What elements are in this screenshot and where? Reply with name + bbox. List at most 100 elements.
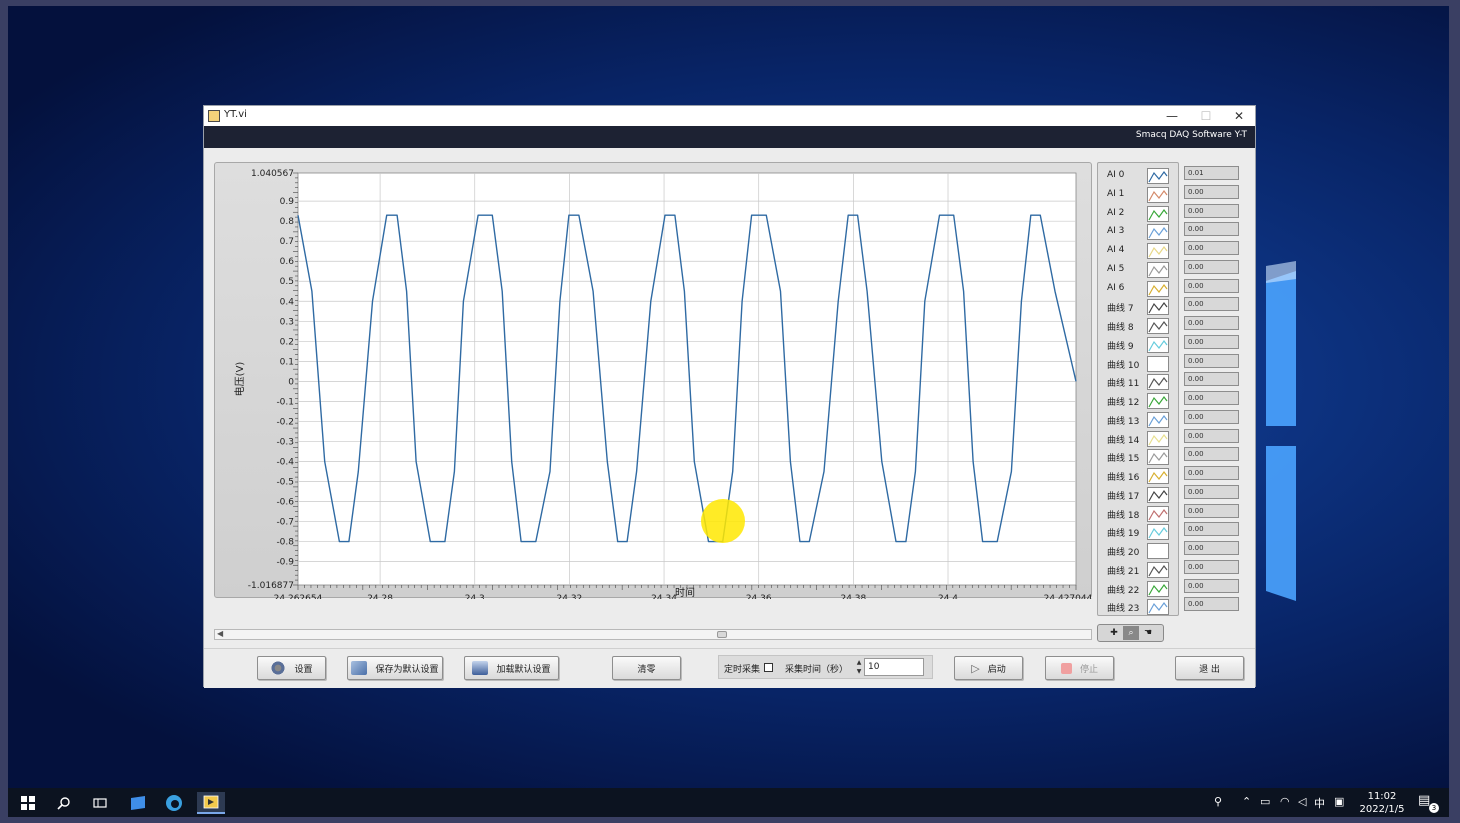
legend-label: 曲线 7 — [1107, 304, 1134, 315]
legend-line-swatch-icon[interactable] — [1147, 449, 1169, 466]
legend-line-swatch-icon[interactable] — [1147, 186, 1169, 203]
legend-line-swatch-icon[interactable] — [1147, 355, 1169, 372]
search-icon[interactable] — [50, 792, 78, 814]
start-button-icon[interactable] — [14, 792, 42, 814]
legend-item[interactable]: 曲线 17 — [1098, 486, 1180, 504]
graph-palette[interactable]: ✚ ⌕ ☚ — [1097, 624, 1164, 642]
legend-line-swatch-icon[interactable] — [1147, 411, 1169, 428]
legend-label: AI 0 — [1107, 170, 1125, 180]
y-tick-label: 0 — [288, 377, 294, 387]
y-tick-label: 0.4 — [280, 297, 295, 307]
stop-button[interactable]: 停止 — [1045, 656, 1114, 680]
system-clock[interactable]: 11:02 2022/1/5 — [1358, 790, 1406, 816]
waveform-chart[interactable]: 24.262654 24.28 24.3 24.32 24.34 24.36 24.38 24… — [214, 162, 1093, 599]
legend-line-swatch-icon[interactable] — [1147, 168, 1169, 184]
wifi-icon[interactable]: ◠ — [1280, 795, 1290, 808]
legend-item[interactable]: 曲线 10 — [1098, 355, 1180, 373]
legend-item[interactable]: AI 1 — [1098, 186, 1180, 204]
legend-item[interactable]: 曲线 19 — [1098, 523, 1180, 541]
legend-line-swatch-icon[interactable] — [1147, 505, 1169, 522]
title-bar[interactable]: YT.vi — ☐ ✕ — [204, 106, 1255, 126]
legend-item[interactable]: 曲线 22 — [1098, 580, 1180, 598]
legend-line-swatch-icon[interactable] — [1147, 430, 1169, 447]
plot-legend[interactable]: AI 0 AI 1 AI 2 AI 3 AI 4 AI 5 AI 6 曲线 7 曲线 8 曲线 9… — [1097, 162, 1179, 616]
legend-item[interactable]: 曲线 23 — [1098, 598, 1180, 616]
legend-line-swatch-icon[interactable] — [1147, 336, 1169, 353]
legend-item[interactable]: 曲线 9 — [1098, 336, 1180, 354]
legend-item[interactable]: 曲线 7 — [1098, 298, 1180, 316]
legend-item[interactable]: AI 3 — [1098, 223, 1180, 241]
x-tick-label: 24.4 — [938, 594, 958, 599]
legend-item[interactable]: 曲线 11 — [1098, 373, 1180, 391]
legend-label: 曲线 18 — [1107, 510, 1140, 521]
legend-item[interactable]: 曲线 20 — [1098, 542, 1180, 560]
cursor-tool-icon[interactable]: ⌕ — [1123, 626, 1139, 640]
legend-line-swatch-icon[interactable] — [1147, 374, 1169, 391]
ime-indicator[interactable]: 中 — [1314, 795, 1325, 811]
channel-value-indicator: 0.00 — [1184, 184, 1239, 199]
network-icon[interactable]: ▭ — [1260, 795, 1270, 808]
volume-icon[interactable]: ◁ — [1298, 795, 1306, 808]
legend-line-swatch-icon[interactable] — [1147, 224, 1169, 241]
app-taskbar-icon-1[interactable] — [124, 792, 152, 814]
labview-taskbar-icon[interactable] — [197, 792, 225, 814]
legend-item[interactable]: AI 5 — [1098, 261, 1180, 279]
legend-line-swatch-icon[interactable] — [1147, 280, 1169, 297]
clear-button[interactable]: 清零 — [612, 656, 681, 680]
acq-time-input[interactable]: 10 — [864, 658, 924, 676]
legend-item[interactable]: 曲线 18 — [1098, 505, 1180, 523]
show-hidden-icons-chevron-up-icon[interactable]: ⌃ — [1242, 795, 1251, 808]
load-default-button[interactable]: 加载默认设置 — [464, 656, 559, 680]
save-default-button[interactable]: 保存为默认设置 — [347, 656, 443, 680]
legend-item[interactable]: 曲线 13 — [1098, 411, 1180, 429]
y-tick-label: 0.3 — [280, 317, 294, 327]
zoom-tool-icon[interactable]: ✚ — [1106, 626, 1122, 640]
x-tick-label: 24.28 — [367, 594, 393, 599]
legend-line-swatch-icon[interactable] — [1147, 318, 1169, 334]
channel-value-indicator: 0.00 — [1184, 334, 1239, 349]
legend-line-swatch-icon[interactable] — [1147, 599, 1169, 616]
legend-line-swatch-icon[interactable] — [1147, 524, 1169, 541]
legend-item[interactable]: AI 6 — [1098, 280, 1180, 298]
pan-tool-icon[interactable]: ☚ — [1140, 626, 1156, 640]
legend-line-swatch-icon[interactable] — [1147, 205, 1169, 222]
settings-button[interactable]: 设置 — [257, 656, 326, 680]
legend-item[interactable]: 曲线 14 — [1098, 430, 1180, 448]
legend-line-swatch-icon[interactable] — [1147, 261, 1169, 278]
channel-value-indicator: 0.00 — [1184, 428, 1239, 443]
legend-item[interactable]: 曲线 21 — [1098, 561, 1180, 579]
legend-label: 曲线 15 — [1107, 454, 1140, 465]
edge-browser-icon[interactable] — [160, 792, 188, 814]
acq-time-spinner[interactable]: ▲ ▼ — [855, 658, 863, 676]
task-view-icon[interactable] — [86, 792, 114, 814]
y-tick-label: 0.9 — [280, 197, 295, 207]
legend-item[interactable]: AI 0 — [1098, 167, 1180, 185]
scroll-thumb[interactable] — [717, 631, 727, 638]
exit-button[interactable]: 退 出 — [1175, 656, 1244, 680]
legend-item[interactable]: 曲线 15 — [1098, 448, 1180, 466]
legend-line-swatch-icon[interactable] — [1147, 393, 1169, 409]
scroll-left-icon[interactable]: ◀ — [217, 629, 223, 638]
legend-line-swatch-icon[interactable] — [1147, 486, 1169, 503]
close-button[interactable]: ✕ — [1222, 106, 1256, 126]
legend-line-swatch-icon[interactable] — [1147, 243, 1169, 259]
timed-acq-checkbox[interactable] — [764, 663, 773, 672]
legend-line-swatch-icon[interactable] — [1147, 561, 1169, 578]
legend-item[interactable]: 曲线 16 — [1098, 467, 1180, 485]
chart-svg[interactable]: 24.262654 24.28 24.3 24.32 24.34 24.36 24.38 24… — [215, 163, 1093, 599]
legend-line-swatch-icon[interactable] — [1147, 580, 1169, 597]
x-tick-label: 24.34 — [651, 594, 677, 599]
horizontal-scrollbar[interactable]: ◀ — [214, 629, 1092, 640]
keyboard-icon[interactable]: ▣ — [1334, 795, 1344, 808]
legend-item[interactable]: AI 2 — [1098, 205, 1180, 223]
maximize-button[interactable]: ☐ — [1189, 106, 1223, 126]
legend-item[interactable]: 曲线 12 — [1098, 392, 1180, 410]
legend-line-swatch-icon[interactable] — [1147, 299, 1169, 316]
start-button[interactable]: ▷ 启动 — [954, 656, 1023, 680]
legend-item[interactable]: AI 4 — [1098, 242, 1180, 260]
legend-item[interactable]: 曲线 8 — [1098, 317, 1180, 335]
legend-line-swatch-icon[interactable] — [1147, 543, 1169, 559]
legend-line-swatch-icon[interactable] — [1147, 468, 1169, 484]
people-icon[interactable]: ⚲ — [1214, 795, 1222, 808]
minimize-button[interactable]: — — [1155, 106, 1189, 126]
